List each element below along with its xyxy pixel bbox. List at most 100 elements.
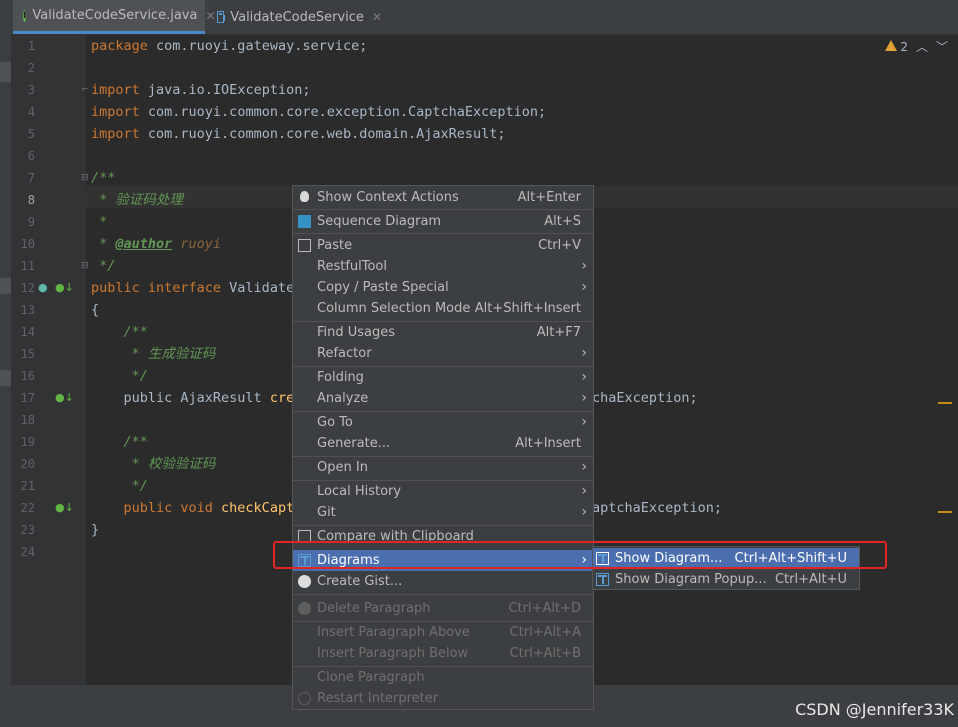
line-number: 17: [20, 391, 35, 405]
code-line: */: [91, 258, 116, 274]
line-number: 10: [20, 237, 35, 251]
line-number: 1: [27, 39, 35, 53]
menu-item-clone-paragraph: Clone Paragraph: [317, 670, 425, 685]
watermark: CSDN @Jennifer33K: [795, 700, 954, 719]
menu-item-show-context-actions[interactable]: Show Context Actions Alt+Enter: [293, 187, 593, 208]
line-number: 13: [20, 303, 35, 317]
menu-item-git[interactable]: Git ›: [293, 502, 593, 523]
menu-item-insert-paragraph-below: Insert Paragraph Below Ctrl+Alt+B: [317, 646, 581, 661]
line-number: 4: [27, 105, 35, 119]
line-number: 21: [20, 479, 35, 493]
code-line: * 验证码处理: [91, 192, 183, 208]
menu-item-find-usages[interactable]: Find Usages Alt+F7: [293, 322, 593, 343]
implementations-icon[interactable]: ●: [38, 277, 48, 299]
menu-item-insert-paragraph-above: Insert Paragraph Above Ctrl+Alt+A: [317, 625, 581, 640]
github-icon: [298, 575, 311, 588]
annotation-highlight-box: [273, 541, 887, 569]
line-number: 8: [27, 193, 35, 207]
code-line: {: [91, 302, 100, 318]
code-line-tail: chaException;: [592, 390, 698, 406]
code-line: /**: [91, 434, 148, 450]
code-line-tail: aptchaException;: [592, 500, 723, 516]
tab-validatecodeservice-java[interactable]: I ValidateCodeService.java ✕: [13, 0, 216, 34]
menu-item-show-diagram-popup[interactable]: Show Diagram Popup... Ctrl+Alt+U: [593, 569, 859, 590]
line-number: 19: [20, 435, 35, 449]
implemented-method-icon[interactable]: ●↓: [55, 497, 74, 519]
menu-item-column-selection-mode[interactable]: Column Selection Mode Alt+Shift+Insert: [293, 298, 593, 319]
line-number: 22: [20, 501, 35, 515]
chevron-right-icon: ›: [581, 369, 587, 385]
chevron-right-icon: ›: [581, 345, 587, 361]
chevron-right-icon: ›: [581, 504, 587, 520]
code-line: */: [91, 478, 148, 494]
menu-item-copy-paste-special[interactable]: Copy / Paste Special ›: [293, 277, 593, 298]
strip-marker: [0, 62, 11, 82]
code-line: * @author ruoyi: [91, 236, 222, 252]
menu-item-folding[interactable]: Folding ›: [293, 367, 593, 388]
line-number: 23: [20, 523, 35, 537]
menu-item-generate[interactable]: Generate... Alt+Insert: [293, 433, 593, 454]
circle-icon: [298, 602, 311, 615]
warning-stripe-mark[interactable]: [938, 402, 952, 404]
line-number: 9: [27, 215, 35, 229]
sequence-diagram-icon: [298, 215, 311, 228]
code-line: }: [91, 522, 100, 538]
menu-item-local-history[interactable]: Local History ›: [293, 481, 593, 502]
restart-icon: [298, 692, 311, 705]
warning-stripe-mark[interactable]: [938, 511, 952, 513]
chevron-down-icon[interactable]: ﹀: [936, 38, 948, 55]
line-number: 6: [27, 149, 35, 163]
implemented-method-icon[interactable]: ●↓: [55, 387, 74, 409]
line-number: 3: [27, 83, 35, 97]
line-number: 12: [20, 281, 35, 295]
warning-icon: [885, 39, 898, 51]
lightbulb-icon: [300, 191, 309, 202]
tab-label: ValidateCodeService.java: [32, 8, 198, 23]
code-line: /**: [91, 170, 116, 186]
chevron-right-icon: ›: [581, 258, 587, 274]
chevron-up-icon[interactable]: ︿: [916, 38, 928, 55]
line-number: 2: [27, 61, 35, 75]
line-number: 11: [20, 259, 35, 273]
menu-item-go-to[interactable]: Go To ›: [293, 412, 593, 433]
menu-item-sequence-diagram[interactable]: Sequence Diagram Alt+S: [293, 211, 593, 232]
code-line: package com.ruoyi.gateway.service;: [91, 38, 368, 54]
chevron-right-icon: ›: [581, 483, 587, 499]
strip-marker: [0, 278, 11, 294]
code-line: import com.ruoyi.common.core.web.domain.…: [91, 126, 506, 142]
menu-item-paste[interactable]: Paste Ctrl+V: [293, 235, 593, 256]
line-number: 7: [27, 171, 35, 185]
editor-tab-bar: I ValidateCodeService.java ✕ ValidateCod…: [11, 0, 958, 35]
line-number: 14: [20, 325, 35, 339]
code-line: import com.ruoyi.common.core.exception.C…: [91, 104, 547, 120]
code-line: public void checkCapt: [91, 500, 295, 516]
code-line: */: [91, 368, 148, 384]
menu-item-analyze[interactable]: Analyze ›: [293, 388, 593, 409]
menu-item-restfultool[interactable]: RestfulTool ›: [293, 256, 593, 277]
line-number-gutter: 1 2 3 4 5 6 7 8 9 10 11 12 13 14 15 16 1…: [11, 35, 89, 685]
implemented-method-icon[interactable]: ●↓: [55, 277, 74, 299]
menu-item-open-in[interactable]: Open In ›: [293, 457, 593, 478]
close-icon[interactable]: ✕: [372, 10, 382, 24]
line-number: 16: [20, 369, 35, 383]
code-line: *: [91, 214, 108, 230]
code-line: /**: [91, 324, 148, 340]
code-line: public interface Validate: [91, 280, 295, 296]
diagram-icon: [596, 573, 609, 586]
line-number: 5: [27, 127, 35, 141]
left-tool-strip: [0, 0, 11, 685]
tab-label: ValidateCodeService: [230, 9, 364, 25]
chevron-right-icon: ›: [581, 414, 587, 430]
menu-item-delete-paragraph: Delete Paragraph Ctrl+Alt+D: [293, 598, 593, 619]
interface-icon: I: [23, 9, 27, 22]
editor-context-menu: Show Context Actions Alt+Enter Sequence D…: [292, 185, 594, 710]
inspection-widget[interactable]: 2 ︿ ﹀: [885, 38, 948, 55]
menu-item-create-gist[interactable]: Create Gist...: [293, 571, 593, 592]
clipboard-icon: [298, 239, 311, 252]
diagram-icon: [217, 11, 226, 23]
menu-item-refactor[interactable]: Refactor ›: [293, 343, 593, 364]
code-line: * 生成验证码: [91, 346, 216, 362]
code-line: import java.io.IOException;: [91, 82, 311, 98]
line-number: 18: [20, 413, 35, 427]
tab-validatecodeservice-diagram[interactable]: ValidateCodeService ✕: [207, 0, 382, 34]
